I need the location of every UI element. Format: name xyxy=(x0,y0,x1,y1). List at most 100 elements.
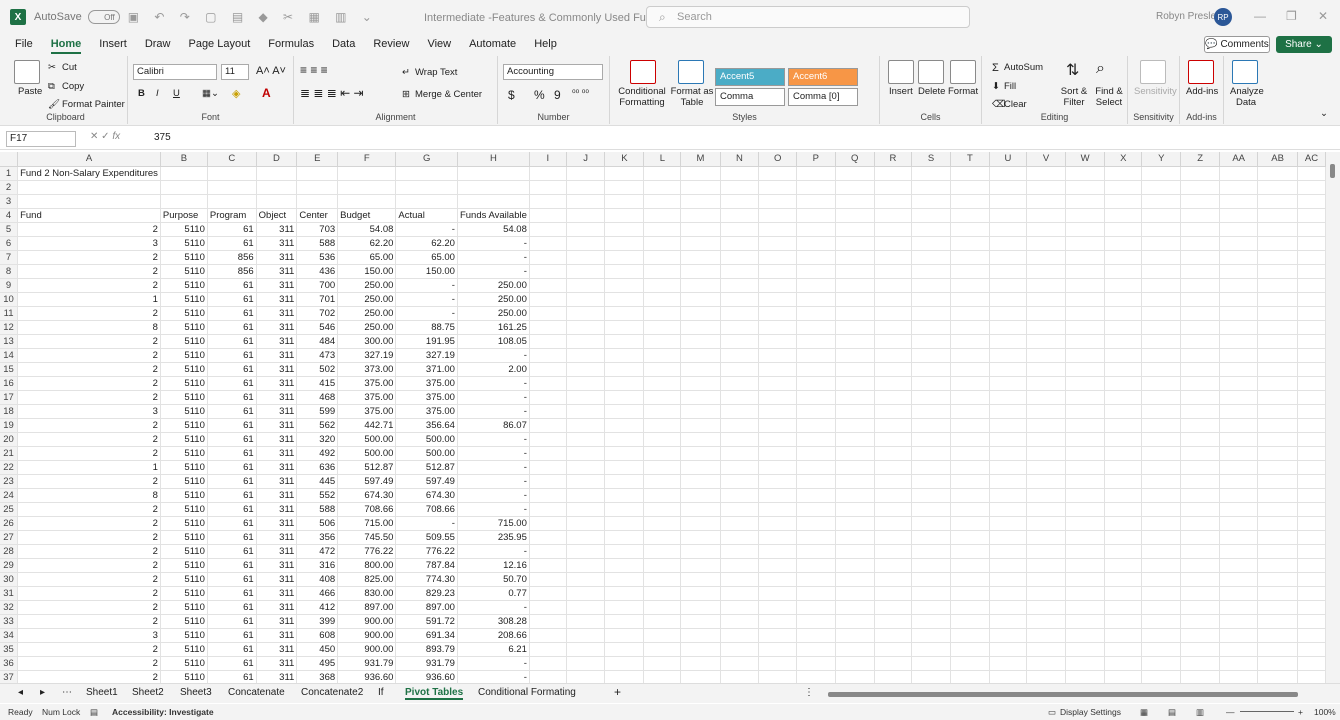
cell[interactable]: 61 xyxy=(207,320,257,335)
cell[interactable] xyxy=(529,614,567,629)
cell[interactable] xyxy=(529,572,567,587)
cell[interactable]: 208.66 xyxy=(457,628,530,643)
cell[interactable] xyxy=(566,264,606,279)
row-header[interactable]: 10 xyxy=(0,292,19,307)
cell[interactable] xyxy=(950,544,990,559)
cell[interactable] xyxy=(643,180,682,195)
cell[interactable]: 327.19 xyxy=(337,348,397,363)
font-name-select[interactable]: Calibri xyxy=(133,64,217,80)
cell[interactable]: Funds Available xyxy=(457,208,530,223)
cell[interactable] xyxy=(1141,376,1182,391)
cell[interactable] xyxy=(643,614,682,629)
cell[interactable] xyxy=(680,250,721,265)
cell[interactable]: 250.00 xyxy=(457,278,530,293)
cell[interactable] xyxy=(337,180,397,195)
cell[interactable] xyxy=(874,614,913,629)
cell[interactable]: 5110 xyxy=(160,432,208,447)
italic-button[interactable]: I xyxy=(156,88,159,99)
cell[interactable] xyxy=(1257,166,1298,181)
underline-button[interactable]: U xyxy=(173,88,180,99)
cell[interactable] xyxy=(1141,264,1182,279)
cell[interactable]: 88.75 xyxy=(395,320,458,335)
cell[interactable] xyxy=(680,628,721,643)
align-left-icon[interactable]: ≣ ≣ ≣ ⇤ ⇥ xyxy=(300,86,364,100)
cell[interactable] xyxy=(604,306,645,321)
cell[interactable] xyxy=(1141,544,1182,559)
cell[interactable] xyxy=(950,362,990,377)
cell[interactable] xyxy=(950,320,990,335)
column-header[interactable]: V xyxy=(1026,152,1066,167)
column-header[interactable]: C xyxy=(207,152,257,167)
cell[interactable] xyxy=(1065,222,1106,237)
cell[interactable] xyxy=(643,404,682,419)
format-as-table-button[interactable]: Format as Table xyxy=(670,86,714,108)
cell[interactable] xyxy=(1219,544,1259,559)
cell[interactable]: 62.20 xyxy=(337,236,397,251)
cell[interactable] xyxy=(758,628,797,643)
cell[interactable] xyxy=(1104,390,1143,405)
menu-review[interactable]: Review xyxy=(364,34,418,54)
vertical-scrollbar[interactable] xyxy=(1326,152,1340,683)
cell[interactable] xyxy=(566,292,606,307)
cell[interactable] xyxy=(1026,264,1066,279)
cell[interactable]: 702 xyxy=(296,306,339,321)
cell[interactable] xyxy=(796,670,836,683)
row-header[interactable]: 6 xyxy=(0,236,19,251)
vertical-scroll-thumb[interactable] xyxy=(1330,164,1335,178)
cell[interactable]: 2 xyxy=(17,516,161,531)
cell[interactable] xyxy=(1297,320,1326,335)
cell[interactable] xyxy=(1026,488,1066,503)
cell[interactable] xyxy=(1065,264,1106,279)
cell[interactable] xyxy=(874,194,913,209)
cell[interactable] xyxy=(911,306,951,321)
cell[interactable] xyxy=(566,236,606,251)
zoom-in-icon[interactable]: + xyxy=(1298,707,1303,717)
cell[interactable] xyxy=(835,194,875,209)
cell[interactable] xyxy=(680,446,721,461)
cell[interactable]: 2 xyxy=(17,250,161,265)
cell[interactable] xyxy=(1104,530,1143,545)
cell[interactable]: 800.00 xyxy=(337,558,397,573)
cell[interactable]: 311 xyxy=(256,460,298,475)
cell[interactable] xyxy=(1297,670,1326,683)
cell[interactable] xyxy=(643,516,682,531)
cell[interactable]: - xyxy=(457,656,530,671)
cell[interactable] xyxy=(758,320,797,335)
cell[interactable]: 468 xyxy=(296,390,339,405)
cell[interactable] xyxy=(1141,628,1182,643)
cell[interactable]: 235.95 xyxy=(457,530,530,545)
cell[interactable] xyxy=(989,250,1028,265)
cell[interactable] xyxy=(1104,656,1143,671)
cell[interactable] xyxy=(1297,166,1326,181)
cell[interactable] xyxy=(529,642,567,657)
cell[interactable] xyxy=(835,530,875,545)
cell[interactable] xyxy=(604,600,645,615)
search-box[interactable]: ⌕ Search xyxy=(646,6,970,28)
cell[interactable] xyxy=(1026,446,1066,461)
cell[interactable] xyxy=(1219,474,1259,489)
cell[interactable] xyxy=(874,334,913,349)
cell[interactable]: 5110 xyxy=(160,600,208,615)
cell[interactable]: 311 xyxy=(256,418,298,433)
cell[interactable] xyxy=(1104,236,1143,251)
cell[interactable] xyxy=(950,572,990,587)
cell[interactable] xyxy=(1141,502,1182,517)
cell[interactable] xyxy=(911,418,951,433)
cell[interactable] xyxy=(989,460,1028,475)
cell[interactable] xyxy=(950,600,990,615)
cell[interactable] xyxy=(1297,306,1326,321)
cell[interactable]: 316 xyxy=(296,558,339,573)
cell[interactable]: 599 xyxy=(296,404,339,419)
row-header[interactable]: 13 xyxy=(0,334,19,349)
cell[interactable] xyxy=(796,530,836,545)
cell[interactable]: 2 xyxy=(17,502,161,517)
cell[interactable] xyxy=(874,516,913,531)
cell[interactable] xyxy=(1065,180,1106,195)
cell[interactable]: 5110 xyxy=(160,586,208,601)
cell[interactable] xyxy=(1257,320,1298,335)
cell[interactable]: 311 xyxy=(256,586,298,601)
cell[interactable]: 250.00 xyxy=(337,320,397,335)
column-header[interactable]: B xyxy=(160,152,208,167)
cell[interactable] xyxy=(1180,600,1221,615)
cell[interactable]: - xyxy=(457,236,530,251)
